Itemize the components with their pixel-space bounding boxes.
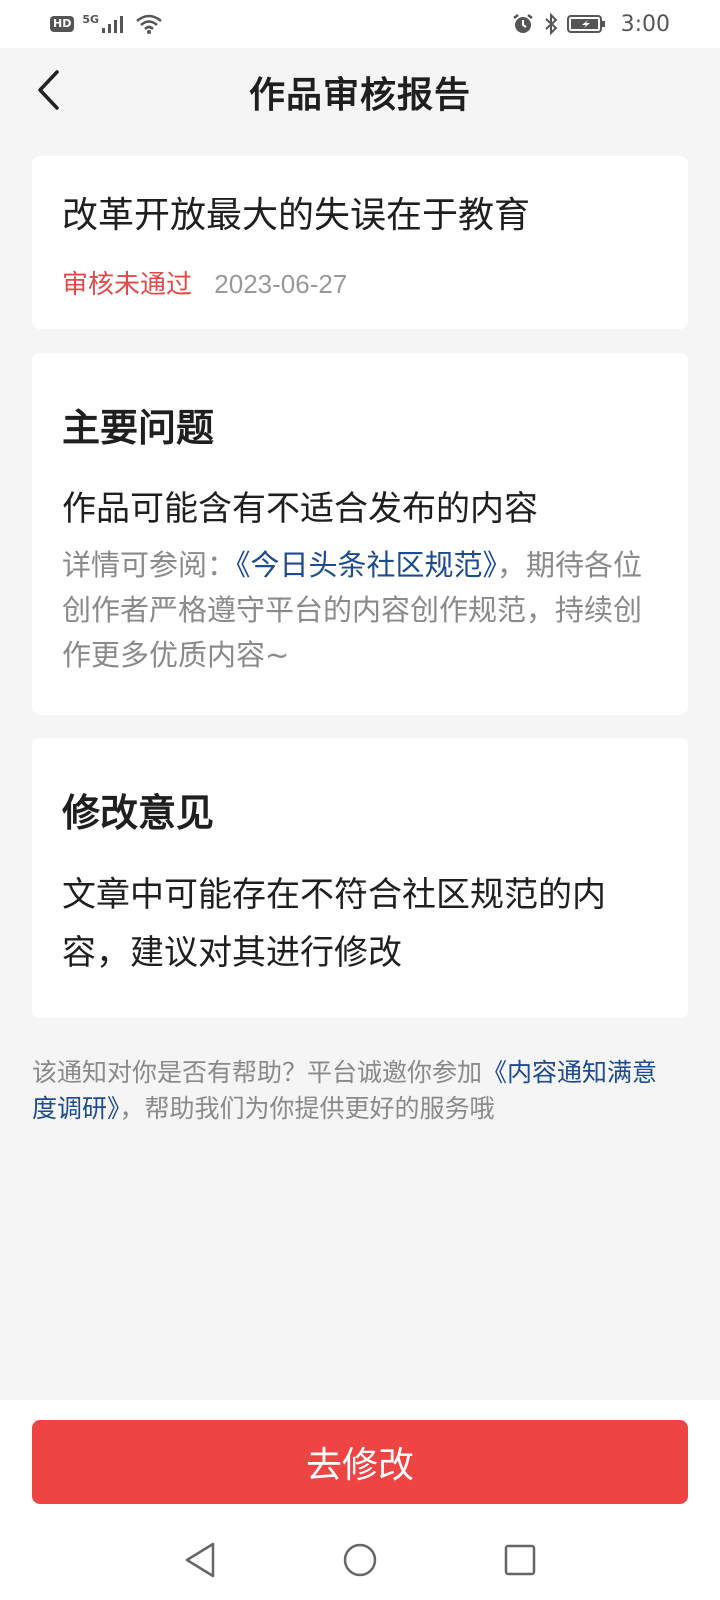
status-right: 3:00 bbox=[511, 12, 670, 37]
review-date: 2023-06-27 bbox=[214, 269, 348, 299]
status-left: HD 5G bbox=[50, 13, 163, 35]
main-issue-heading: 主要问题 bbox=[62, 406, 215, 450]
battery-icon bbox=[566, 15, 605, 33]
triangle-back-icon bbox=[185, 1542, 215, 1578]
main-issue-card: 主要问题 作品可能含有不适合发布的内容 详情可参阅：《今日头条社区规范》，期待各… bbox=[32, 353, 688, 715]
feedback-suffix: ，帮助我们为你提供更好的服务哦 bbox=[119, 1094, 495, 1123]
bottom-bar: 去修改 bbox=[0, 1400, 720, 1600]
nav-recents-button[interactable] bbox=[495, 1535, 545, 1585]
issue-detail: 详情可参阅：《今日头条社区规范》，期待各位创作者严格遵守平台的内容创作规范，持续… bbox=[62, 543, 662, 678]
advice-heading: 修改意见 bbox=[62, 791, 215, 835]
hd-badge: HD bbox=[50, 16, 75, 32]
alarm-icon bbox=[512, 14, 533, 33]
circle-home-icon bbox=[343, 1543, 377, 1577]
advice-card: 修改意见 文章中可能存在不符合社区规范的内容，建议对其进行修改 bbox=[32, 738, 688, 1018]
page-title: 作品审核报告 bbox=[248, 75, 471, 116]
network-label: 5G bbox=[82, 12, 100, 26]
issue-text: 作品可能含有不适合发布的内容 bbox=[62, 489, 538, 529]
review-status: 审核未通过 bbox=[62, 270, 193, 300]
nav-back-button[interactable] bbox=[175, 1535, 225, 1585]
wifi-icon bbox=[136, 14, 162, 34]
detail-prefix: 详情可参阅： bbox=[62, 548, 237, 582]
status-row: 审核未通过 2023-06-27 bbox=[62, 264, 347, 301]
edit-button[interactable]: 去修改 bbox=[32, 1420, 688, 1504]
clock-time: 3:00 bbox=[620, 11, 670, 37]
signal-icon bbox=[102, 16, 124, 33]
square-recents-icon bbox=[504, 1544, 536, 1576]
app-bar: 作品审核报告 bbox=[0, 48, 720, 136]
feedback-notice: 该通知对你是否有帮助？平台诚邀你参加《内容通知满意度调研》，帮助我们为你提供更好… bbox=[32, 1055, 672, 1127]
system-nav-bar bbox=[0, 1530, 720, 1590]
feedback-prefix: 该通知对你是否有帮助？平台诚邀你参加 bbox=[32, 1058, 483, 1087]
bluetooth-icon bbox=[544, 12, 558, 36]
advice-text: 文章中可能存在不符合社区规范的内容，建议对其进行修改 bbox=[62, 875, 606, 973]
article-title: 改革开放最大的失误在于教育 bbox=[62, 195, 531, 236]
nav-home-button[interactable] bbox=[335, 1535, 385, 1585]
status-bar: HD 5G 3:00 bbox=[0, 0, 720, 48]
article-card: 改革开放最大的失误在于教育 审核未通过 2023-06-27 bbox=[32, 156, 688, 329]
community-rules-link[interactable]: 《今日头条社区规范》 bbox=[236, 548, 497, 582]
